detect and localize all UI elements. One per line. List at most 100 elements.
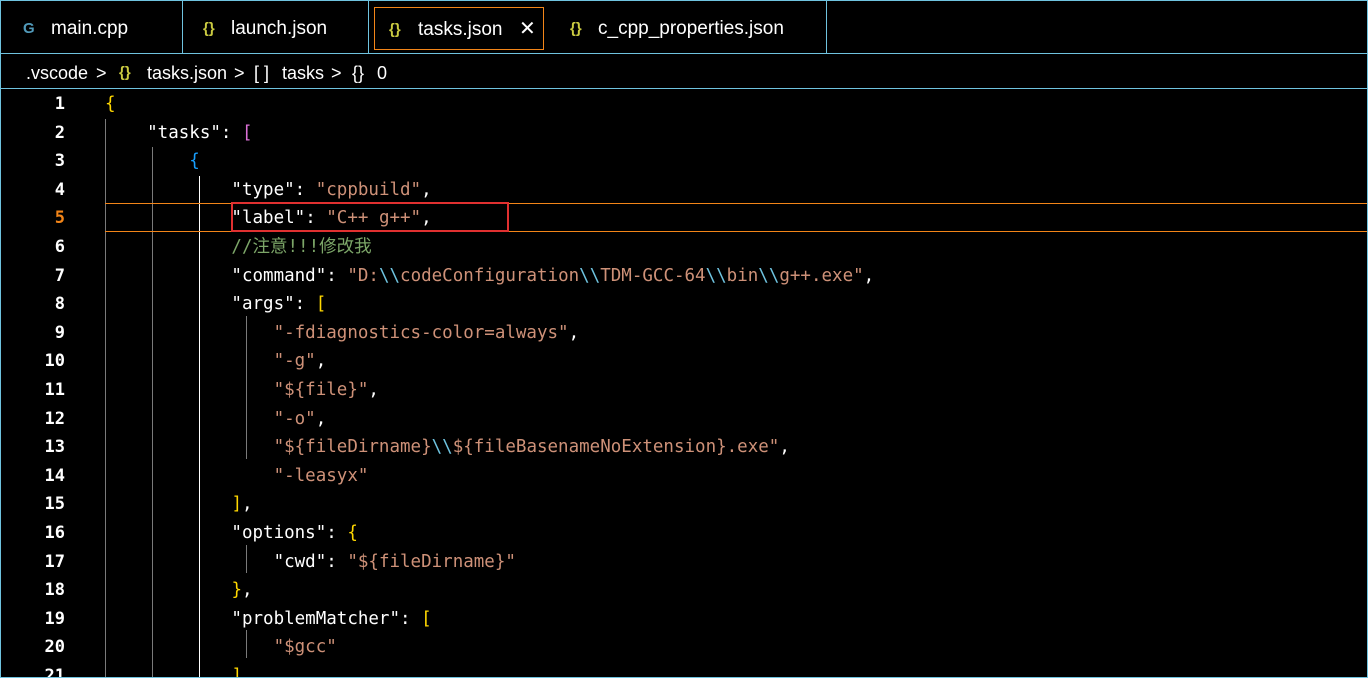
line-number: 13 bbox=[44, 437, 65, 458]
code-token: \\ bbox=[758, 265, 780, 286]
code-line[interactable]: 18 }, bbox=[1, 575, 1367, 604]
code-line[interactable]: 15 ], bbox=[1, 489, 1367, 518]
code-line[interactable]: 11 "${file}", bbox=[1, 375, 1367, 404]
chevron-right-icon: > bbox=[234, 63, 245, 83]
tab-main-cpp[interactable]: G main.cpp bbox=[1, 1, 183, 53]
code-token: "type" bbox=[105, 179, 295, 200]
code-token: { bbox=[189, 151, 200, 172]
line-number: 4 bbox=[54, 179, 65, 200]
code-line[interactable]: 16 "options": { bbox=[1, 518, 1367, 547]
code-token: "$gcc" bbox=[105, 637, 337, 658]
code-text[interactable]: "cwd": "${fileDirname}" bbox=[105, 547, 516, 577]
code-token: : bbox=[326, 551, 348, 572]
code-token: "args" bbox=[105, 294, 295, 315]
code-text[interactable]: "command": "D:\\codeConfiguration\\TDM-G… bbox=[105, 261, 874, 291]
code-line[interactable]: 8 "args": [ bbox=[1, 289, 1367, 318]
code-line[interactable]: 12 "-o", bbox=[1, 404, 1367, 433]
code-text[interactable]: { bbox=[105, 146, 200, 176]
tab-label: tasks.json bbox=[418, 19, 503, 40]
breadcrumb-object[interactable]: 0 bbox=[377, 56, 387, 90]
code-text[interactable]: { bbox=[105, 89, 116, 119]
code-token: TDM-GCC-64 bbox=[600, 265, 706, 286]
tab-label: main.cpp bbox=[51, 18, 129, 39]
line-number: 7 bbox=[54, 265, 65, 286]
tab-launch-json[interactable]: {} launch.json bbox=[183, 1, 369, 53]
code-token: \\ bbox=[431, 437, 453, 458]
tab-tasks-json[interactable]: {} tasks.json ✕ bbox=[374, 7, 544, 50]
line-number: 3 bbox=[54, 151, 65, 172]
code-text[interactable]: "-o", bbox=[105, 404, 327, 434]
code-text[interactable]: "tasks": [ bbox=[105, 118, 253, 148]
code-line[interactable]: 19 "problemMatcher": [ bbox=[1, 604, 1367, 633]
code-line[interactable]: 7 "command": "D:\\codeConfiguration\\TDM… bbox=[1, 261, 1367, 290]
code-token: [ bbox=[315, 294, 327, 315]
code-text[interactable]: "-fdiagnostics-color=always", bbox=[105, 318, 580, 348]
code-line[interactable]: 10 "-g", bbox=[1, 346, 1367, 375]
code-text[interactable]: "${fileDirname}\\${fileBasenameNoExtensi… bbox=[105, 432, 790, 462]
array-icon: [ ] bbox=[254, 63, 270, 83]
code-line[interactable]: 13 "${fileDirname}\\${fileBasenameNoExte… bbox=[1, 432, 1367, 461]
code-line[interactable]: 21 ] bbox=[1, 661, 1367, 677]
breadcrumb: .vscode > {} tasks.json > [ ] tasks > {}… bbox=[1, 56, 1367, 88]
code-line[interactable]: 1{ bbox=[1, 89, 1367, 118]
code-text[interactable]: "problemMatcher": [ bbox=[105, 604, 431, 634]
line-number: 16 bbox=[44, 523, 65, 543]
close-icon[interactable]: ✕ bbox=[519, 8, 536, 51]
line-number: 14 bbox=[44, 465, 65, 486]
code-line[interactable]: 20 "$gcc" bbox=[1, 632, 1367, 661]
code-token: "command" bbox=[105, 265, 327, 286]
tab-c-cpp-properties-json[interactable]: {} c_cpp_properties.json bbox=[551, 1, 827, 53]
json-file-icon: {} bbox=[119, 64, 131, 81]
code-token: : bbox=[326, 265, 348, 286]
code-text[interactable]: ], bbox=[105, 489, 252, 519]
breadcrumb-file[interactable]: tasks.json bbox=[147, 56, 227, 90]
code-token: "D: bbox=[347, 265, 379, 286]
line-number: 18 bbox=[44, 580, 65, 601]
json-file-icon: {} bbox=[203, 20, 215, 37]
breadcrumb-array[interactable]: tasks bbox=[282, 56, 324, 90]
line-number: 17 bbox=[44, 551, 65, 572]
code-token: : bbox=[326, 523, 348, 543]
code-token: [ bbox=[241, 122, 253, 143]
code-editor[interactable]: 1{2 "tasks": [3 {4 "type": "cppbuild", 5 … bbox=[1, 89, 1367, 677]
code-line[interactable]: 9 "-fdiagnostics-color=always", bbox=[1, 318, 1367, 347]
code-text[interactable]: "args": [ bbox=[105, 289, 326, 319]
code-text[interactable]: }, bbox=[105, 575, 252, 605]
breadcrumb-folder[interactable]: .vscode bbox=[26, 56, 88, 90]
code-text[interactable]: "$gcc" bbox=[105, 632, 337, 662]
code-line[interactable]: 14 "-leasyx" bbox=[1, 461, 1367, 490]
code-token: \\ bbox=[705, 265, 727, 286]
code-token: ] bbox=[231, 494, 242, 515]
code-text[interactable]: "-leasyx" bbox=[105, 461, 369, 491]
code-line[interactable]: 3 { bbox=[1, 146, 1367, 175]
code-token: , bbox=[779, 437, 790, 458]
code-text[interactable]: //注意!!!修改我 bbox=[105, 232, 372, 262]
line-number: 1 bbox=[54, 94, 65, 114]
code-token: bin bbox=[726, 265, 759, 286]
code-token: "${fileDirname} bbox=[105, 437, 432, 458]
code-token: //注意!!!修改我 bbox=[105, 237, 372, 257]
code-token: , bbox=[568, 322, 580, 343]
code-text[interactable]: "type": "cppbuild", bbox=[105, 175, 432, 205]
code-token: g++.exe" bbox=[779, 265, 864, 286]
code-text[interactable]: ] bbox=[105, 661, 242, 677]
code-text[interactable]: "options": { bbox=[105, 518, 357, 548]
code-line[interactable]: 17 "cwd": "${fileDirname}" bbox=[1, 547, 1367, 576]
code-line[interactable]: 4 "type": "cppbuild", bbox=[1, 175, 1367, 204]
code-token: , bbox=[863, 265, 875, 286]
chevron-right-icon: > bbox=[331, 63, 342, 83]
code-token: { bbox=[105, 94, 116, 114]
code-line[interactable]: 5 "label": "C++ g++", bbox=[1, 203, 1367, 232]
code-text[interactable]: "-g", bbox=[105, 346, 327, 376]
code-token: : bbox=[294, 294, 316, 315]
code-text[interactable]: "${file}", bbox=[105, 375, 379, 405]
code-line[interactable]: 6 //注意!!!修改我 bbox=[1, 232, 1367, 261]
line-number: 19 bbox=[44, 608, 65, 629]
tab-bar: G main.cpp {} launch.json {} tasks.json … bbox=[1, 1, 1367, 56]
code-token: } bbox=[231, 580, 242, 601]
code-line[interactable]: 2 "tasks": [ bbox=[1, 118, 1367, 147]
code-token: , bbox=[421, 179, 432, 200]
